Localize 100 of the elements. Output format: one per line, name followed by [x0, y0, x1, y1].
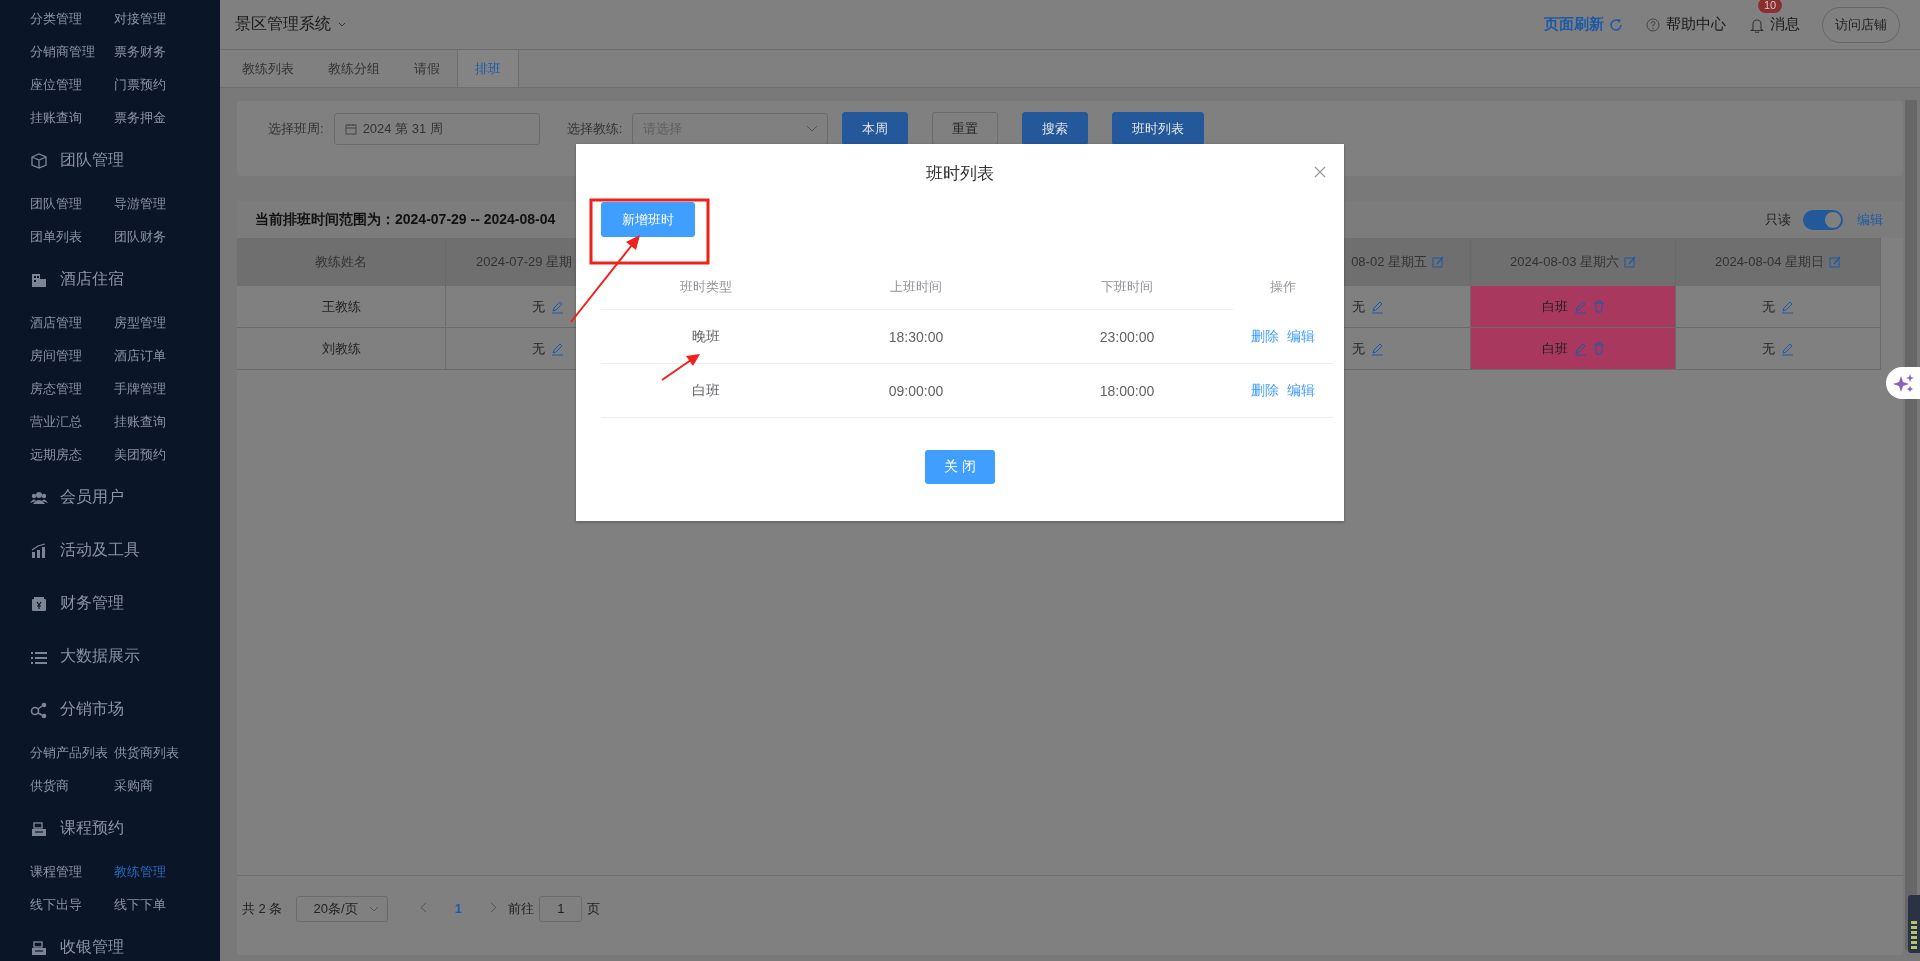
- ai-assistant-button[interactable]: [1886, 367, 1920, 399]
- bar-chart-icon: [30, 541, 48, 560]
- sidebar-section[interactable]: 活动及工具: [0, 524, 220, 577]
- sparkle-icon: [1892, 374, 1914, 392]
- table-cell: 18:30:00: [811, 310, 1021, 364]
- share-icon: [30, 700, 48, 719]
- sidebar-item[interactable]: 采购商: [114, 769, 214, 802]
- sidebar-section[interactable]: 会员用户: [0, 471, 220, 524]
- sidebar-item[interactable]: 房型管理: [114, 306, 214, 339]
- table-cell: 白班: [1471, 286, 1676, 328]
- sidebar-item[interactable]: 远期房态: [30, 438, 114, 471]
- sidebar-item[interactable]: 线下出导: [30, 888, 114, 921]
- chevron-down-icon: [369, 905, 380, 912]
- system-title[interactable]: 景区管理系统: [235, 14, 347, 35]
- sidebar-item[interactable]: 分销商管理: [30, 35, 114, 68]
- edit-icon: [551, 341, 564, 356]
- filter-button[interactable]: 搜索: [1022, 112, 1089, 145]
- week-field[interactable]: 2024 第 31 周: [333, 112, 540, 145]
- sidebar-section[interactable]: 大数据展示: [0, 630, 220, 683]
- sidebar-item[interactable]: 分类管理: [30, 2, 114, 35]
- sidebar-item[interactable]: 营业汇总: [30, 405, 114, 438]
- sidebar-item[interactable]: 挂账查询: [114, 405, 214, 438]
- sidebar-item[interactable]: 分销产品列表: [30, 736, 114, 769]
- chevron-left-icon: [419, 902, 427, 913]
- sidebar-section[interactable]: 酒店住宿: [0, 253, 220, 306]
- scrollbar[interactable]: [1905, 100, 1917, 950]
- bell-icon: [1750, 16, 1764, 33]
- tab[interactable]: 教练分组: [311, 50, 397, 87]
- close-icon: [1314, 166, 1326, 178]
- sidebar-item[interactable]: 供货商列表: [114, 736, 214, 769]
- table-cell: 18:00:00: [1021, 364, 1233, 418]
- sidebar-item[interactable]: 导游管理: [114, 187, 214, 220]
- dialog-title: 班时列表: [926, 162, 994, 185]
- sidebar-item[interactable]: 票务财务: [114, 35, 214, 68]
- edit-icon: [1829, 256, 1842, 268]
- edit-icon: [1781, 341, 1794, 356]
- edit-icon: [1371, 299, 1384, 314]
- visit-shop-button[interactable]: 访问店铺: [1822, 6, 1900, 43]
- table-cell: 刘教练: [237, 328, 446, 370]
- page-input[interactable]: 1: [539, 895, 583, 922]
- mode-switch[interactable]: [1803, 209, 1843, 230]
- sidebar-section[interactable]: 财务管理: [0, 577, 220, 630]
- sidebar-section[interactable]: 分销市场: [0, 683, 220, 736]
- table-cell: 王教练: [237, 286, 446, 328]
- sidebar-item[interactable]: 线下下单: [114, 888, 214, 921]
- sidebar-item[interactable]: 酒店管理: [30, 306, 114, 339]
- goto-label: 前往: [508, 899, 535, 918]
- table-cell: 白班: [601, 364, 811, 418]
- trash-icon: [1592, 300, 1605, 313]
- edit-icon: [1371, 341, 1384, 356]
- calendar-icon: [344, 122, 357, 135]
- sidebar-item[interactable]: 供货商: [30, 769, 114, 802]
- table-cell: 无: [1676, 286, 1881, 328]
- meter-widget: [1908, 895, 1920, 953]
- edit-icon: [551, 299, 564, 314]
- field-label: 选择教练:: [566, 119, 623, 138]
- column-header: 2024-08-03 星期六: [1471, 238, 1676, 286]
- trash-icon: [1592, 342, 1605, 355]
- sidebar-item[interactable]: 挂账查询: [30, 101, 114, 134]
- sidebar-item[interactable]: 房间管理: [30, 339, 114, 372]
- sidebar-section[interactable]: 课程预约: [0, 802, 220, 855]
- filter-button[interactable]: 重置: [932, 112, 999, 145]
- sidebar-item[interactable]: 团队财务: [114, 220, 214, 253]
- cash-register-icon: [30, 819, 48, 838]
- table-cell: 23:00:00: [1021, 310, 1233, 364]
- column-header: 2024-08-04 星期日: [1676, 238, 1881, 286]
- page-suffix: 页: [587, 899, 601, 918]
- date-range-text: 当前排班时间范围为：2024-07-29 -- 2024-08-04: [255, 210, 556, 229]
- sidebar-item[interactable]: 课程管理: [30, 855, 114, 888]
- column-header: 下班时间: [1021, 264, 1233, 310]
- chevron-right-icon: [489, 902, 497, 913]
- filter-button[interactable]: 本周: [842, 112, 909, 145]
- edit-icon: [1573, 341, 1587, 356]
- sidebar-item[interactable]: 房态管理: [30, 372, 114, 405]
- sidebar-item[interactable]: 团单列表: [30, 220, 114, 253]
- sidebar-item[interactable]: 票务押金: [114, 101, 214, 134]
- sidebar-item[interactable]: 手牌管理: [114, 372, 214, 405]
- total-count: 共 2 条: [242, 899, 283, 918]
- caret-icon: [337, 20, 347, 29]
- page-size-select[interactable]: 20条/页: [296, 895, 389, 922]
- help-link[interactable]: 帮助中心: [1646, 15, 1726, 34]
- tab[interactable]: 教练列表: [225, 50, 311, 87]
- sidebar-section[interactable]: 收银管理: [0, 921, 220, 961]
- close-button[interactable]: [1314, 166, 1326, 178]
- sidebar-item[interactable]: 美团预约: [114, 438, 214, 471]
- sidebar-item[interactable]: 团队管理: [30, 187, 114, 220]
- edit-icon: [1781, 299, 1794, 314]
- refresh-icon: [1608, 16, 1624, 33]
- table-cell: 09:00:00: [811, 364, 1021, 418]
- edit-icon: [1573, 299, 1587, 314]
- filter-button[interactable]: 班时列表: [1112, 112, 1205, 145]
- edit-icon: [1432, 256, 1444, 268]
- sidebar-section[interactable]: 团队管理: [0, 134, 220, 187]
- sidebar-item[interactable]: 酒店订单: [114, 339, 214, 372]
- column-header: 上班时间: [811, 264, 1021, 310]
- sidebar-item[interactable]: 门票预约: [114, 68, 214, 101]
- sidebar-item[interactable]: 座位管理: [30, 68, 114, 101]
- sidebar-item[interactable]: 对接管理: [114, 2, 214, 35]
- tab[interactable]: 请假: [397, 50, 457, 87]
- sidebar-item[interactable]: 教练管理: [114, 855, 214, 888]
